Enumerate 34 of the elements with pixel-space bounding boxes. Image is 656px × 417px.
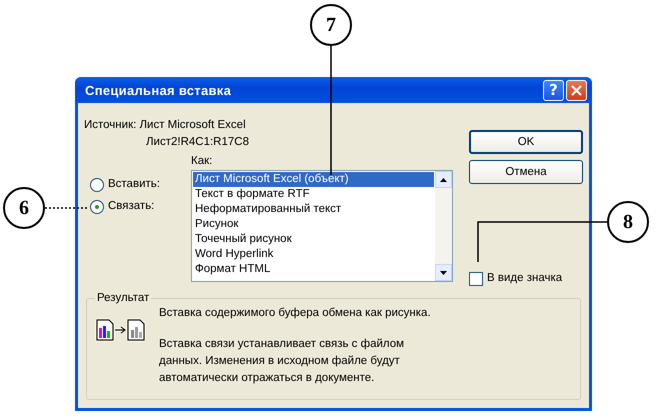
scroll-up-button[interactable] <box>435 171 452 188</box>
leader-line <box>45 207 87 209</box>
scrollbar[interactable] <box>435 171 452 281</box>
up-arrow-icon <box>440 178 447 182</box>
checkbox-label[interactable]: В виде значка <box>487 270 562 287</box>
list-item[interactable]: Точечный рисунок <box>193 232 434 247</box>
scroll-down-button[interactable] <box>435 264 452 281</box>
callout-number: 7 <box>310 4 352 46</box>
window-title: Специальная вставка <box>85 82 232 98</box>
source-range: Лист2!R4C1:R17C8 <box>145 135 250 150</box>
cancel-button[interactable]: Отмена <box>469 160 583 184</box>
result-description: Вставка содержимого буфера обмена как рисунка. <box>159 306 432 321</box>
radio-label[interactable]: Связать: <box>108 198 154 215</box>
result-description: Вставка связи устанавливает связь с файлом данных. Изменения в исходном файле будут автоматически отражаться в документе. <box>159 337 406 386</box>
list-item[interactable]: Формат HTML <box>193 262 434 277</box>
list-item[interactable]: Word Hyperlink <box>193 247 434 262</box>
radio-button[interactable] <box>90 200 104 214</box>
list-item[interactable]: Рисунок <box>193 217 434 232</box>
callout-number: 6 <box>3 187 45 229</box>
help-button[interactable]: ? <box>543 80 564 100</box>
close-button[interactable] <box>566 80 587 100</box>
down-arrow-icon <box>440 270 447 274</box>
source-label: Источник: Лист Microsoft Excel <box>84 118 247 133</box>
list-item[interactable]: Текст в формате RTF <box>193 187 434 202</box>
group-title: Результат <box>96 292 150 304</box>
close-icon <box>571 84 582 96</box>
list-item[interactable]: Неформатированный текст <box>193 202 434 217</box>
callout-number: 8 <box>607 201 649 243</box>
ok-button[interactable]: OK <box>469 130 583 154</box>
radio-label[interactable]: Вставить: <box>108 176 160 193</box>
as-label: Как: <box>191 154 214 169</box>
radio-button[interactable] <box>90 178 104 192</box>
checkbox[interactable] <box>469 272 483 286</box>
list-item[interactable]: Лист Microsoft Excel (объект) <box>193 172 434 187</box>
